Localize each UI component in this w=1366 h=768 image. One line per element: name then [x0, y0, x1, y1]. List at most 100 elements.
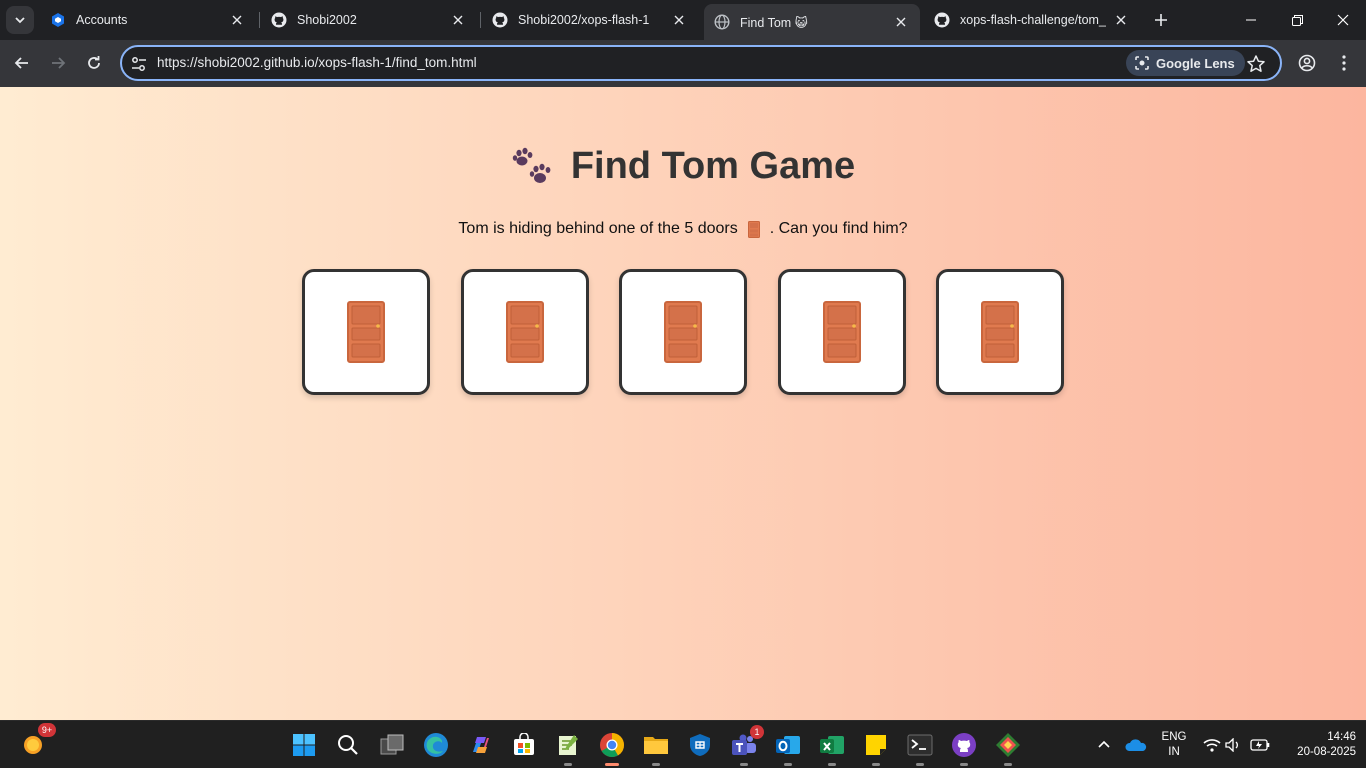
tab-search-button[interactable]	[6, 6, 34, 34]
tab-title: Find Tom 😺	[740, 15, 808, 30]
globe-icon	[714, 14, 730, 30]
tab-divider	[259, 12, 260, 28]
edge-icon	[424, 733, 448, 757]
clock[interactable]: 14:46 20-08-2025	[1280, 730, 1356, 760]
running-indicator	[652, 763, 660, 766]
door-icon	[505, 301, 544, 363]
new-tab-button[interactable]	[1150, 9, 1172, 31]
edge-button[interactable]	[420, 729, 452, 761]
tab-tom-game[interactable]: xops-flash-challenge/tom_g	[924, 4, 1140, 36]
copilot-icon	[473, 737, 489, 753]
bookmark-star-icon[interactable]	[1246, 54, 1266, 74]
running-indicator	[828, 763, 836, 766]
active-indicator	[605, 763, 619, 766]
chrome-icon	[600, 733, 624, 758]
restore-icon	[1291, 14, 1303, 26]
taskbar: 9+ 1 ENG IN 14:46 20-08-2025	[0, 720, 1366, 768]
volume-icon	[1225, 738, 1238, 752]
clock-time: 14:46	[1327, 731, 1356, 743]
close-icon[interactable]	[228, 11, 246, 29]
address-bar[interactable]: https://shobi2002.github.io/xops-flash-1…	[120, 45, 1282, 81]
language-indicator[interactable]: ENG IN	[1158, 730, 1190, 760]
language-code: ENG	[1161, 731, 1187, 743]
tab-find-tom[interactable]: Find Tom 😺	[704, 4, 920, 40]
close-icon[interactable]	[1112, 11, 1130, 29]
arrow-right-icon	[52, 57, 66, 69]
door-2[interactable]	[460, 269, 589, 395]
onedrive-button[interactable]	[1120, 729, 1152, 761]
door-1[interactable]	[302, 269, 430, 395]
git-gui-button[interactable]	[992, 729, 1024, 766]
door-5[interactable]	[936, 269, 1064, 395]
terminal-button[interactable]	[904, 729, 936, 766]
minimize-button[interactable]	[1228, 0, 1274, 40]
close-icon[interactable]	[670, 11, 688, 29]
notepad-plus-button[interactable]	[552, 729, 584, 766]
google-lens-button[interactable]: Google Lens	[1126, 50, 1245, 76]
running-indicator	[740, 763, 748, 766]
store-button[interactable]	[508, 729, 540, 761]
windows-icon	[293, 734, 315, 756]
chevron-down-icon	[15, 17, 25, 24]
back-button[interactable]	[8, 49, 36, 77]
excel-icon	[820, 736, 844, 754]
github-desktop-button[interactable]	[948, 729, 980, 766]
menu-button[interactable]	[1330, 49, 1358, 77]
lens-icon	[1135, 56, 1149, 70]
chrome-button[interactable]	[596, 729, 628, 766]
running-indicator	[916, 763, 924, 766]
more-vert-icon	[1342, 55, 1346, 71]
file-explorer-button[interactable]	[640, 729, 672, 766]
git-gui-icon	[996, 733, 1020, 757]
running-indicator	[872, 763, 880, 766]
search-button[interactable]	[332, 729, 364, 761]
tab-title: Accounts	[76, 13, 128, 27]
tab-xops-flash-1[interactable]: Shobi2002/xops-flash-1	[482, 4, 698, 36]
subtitle-text: Tom is hiding behind one of the 5 doors	[458, 220, 738, 237]
battery-button[interactable]	[1244, 729, 1276, 761]
clock-date: 20-08-2025	[1297, 746, 1356, 758]
weather-widget[interactable]: 9+	[18, 723, 56, 761]
accounts-icon	[50, 12, 66, 28]
restore-button[interactable]	[1274, 0, 1320, 40]
onedrive-icon	[1125, 739, 1147, 751]
reload-button[interactable]	[80, 49, 108, 77]
running-indicator	[564, 763, 572, 766]
show-hidden-icons-button[interactable]	[1088, 729, 1120, 761]
door-3[interactable]	[619, 269, 747, 395]
reload-icon	[88, 56, 100, 69]
sticky-notes-button[interactable]	[860, 729, 892, 766]
running-indicator	[1004, 763, 1012, 766]
site-info-icon[interactable]	[130, 55, 148, 73]
minimize-icon	[1246, 19, 1256, 21]
profile-button[interactable]	[1293, 49, 1321, 77]
tab-title: xops-flash-challenge/tom_g	[960, 13, 1106, 27]
running-indicator	[784, 763, 792, 766]
copilot-button[interactable]	[464, 729, 496, 761]
folder-icon	[644, 737, 668, 754]
close-icon[interactable]	[892, 13, 910, 31]
url-text[interactable]: https://shobi2002.github.io/xops-flash-1…	[157, 55, 477, 70]
outlook-button[interactable]	[772, 729, 804, 766]
task-view-button[interactable]	[376, 729, 408, 761]
excel-button[interactable]	[816, 729, 848, 766]
github-icon	[934, 12, 950, 28]
tab-accounts[interactable]: Accounts	[40, 4, 256, 36]
task-view-icon	[380, 734, 404, 755]
door-icon	[981, 301, 1019, 363]
start-button[interactable]	[288, 729, 320, 761]
sticky-notes-icon	[866, 735, 886, 755]
tab-strip: Accounts Shobi2002 Shobi2002/xops-flash-…	[0, 0, 1366, 40]
teams-badge: 1	[750, 725, 764, 739]
forward-button[interactable]	[44, 49, 72, 77]
teams-button[interactable]: 1	[728, 725, 764, 766]
notepad-plus-icon	[559, 735, 578, 755]
door-4[interactable]	[777, 269, 906, 395]
close-window-button[interactable]	[1320, 0, 1366, 40]
close-icon	[1337, 14, 1349, 26]
close-icon[interactable]	[449, 11, 467, 29]
defender-button[interactable]	[684, 729, 716, 761]
page-viewport: Find Tom Game Tom is hiding behind one o…	[0, 87, 1366, 720]
tab-shobi2002[interactable]: Shobi2002	[261, 4, 477, 36]
running-indicator	[960, 763, 968, 766]
